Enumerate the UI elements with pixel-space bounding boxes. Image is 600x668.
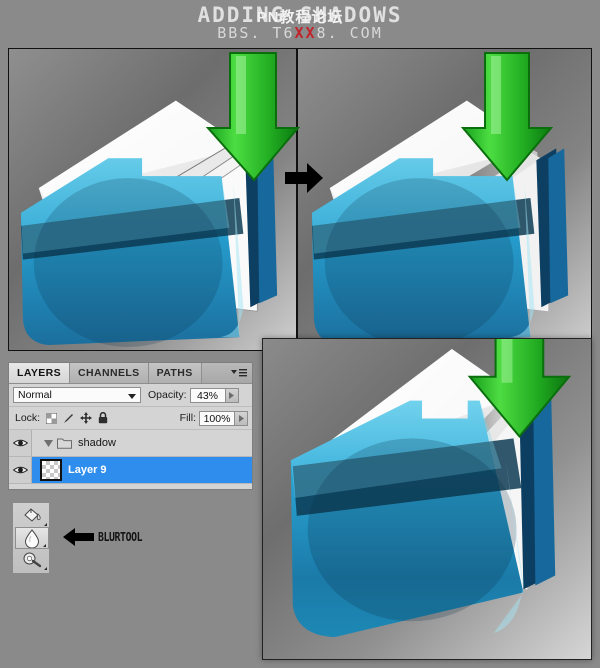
tab-paths[interactable]: PATHS	[148, 363, 202, 383]
green-arrow-down-icon-result	[467, 339, 572, 438]
lock-fill-row: Lock: Fill: 100%	[9, 407, 252, 430]
tool-flyout-corner	[43, 544, 46, 547]
fill-stepper[interactable]	[235, 410, 248, 426]
after-preview-panel	[297, 48, 592, 351]
transparency-lock-icon[interactable]	[46, 412, 58, 424]
toolbox	[12, 502, 50, 574]
blur-tool-callout-label: BLURTOOL	[98, 530, 143, 544]
panel-menu-icon[interactable]	[230, 367, 248, 379]
fill-label: Fill:	[179, 412, 196, 424]
watermark-highlight: XX	[294, 24, 317, 42]
layer-name-shadow: shadow	[78, 437, 116, 449]
panel-tab-bar: LAYERS CHANNELS PATHS	[9, 363, 252, 384]
tool-flyout-corner	[44, 523, 47, 526]
blend-opacity-row: Normal Opacity: 43%	[9, 384, 252, 407]
fill-input[interactable]: 100%	[199, 410, 235, 426]
tab-layers[interactable]: LAYERS	[9, 363, 71, 383]
layer-thumbnail[interactable]	[40, 459, 62, 481]
all-lock-icon[interactable]	[98, 412, 108, 424]
layer-visibility-toggle-layer9[interactable]	[9, 457, 32, 483]
table-row[interactable]: Layer 9	[9, 457, 252, 484]
watermark-suffix: 8. COM	[316, 24, 383, 42]
paint-lock-icon[interactable]	[63, 413, 74, 424]
result-preview-panel	[262, 338, 592, 660]
tab-channels[interactable]: CHANNELS	[70, 363, 149, 383]
green-arrow-overlay-result	[467, 339, 572, 438]
blur-tool-callout: BLURTOOL	[62, 527, 152, 547]
folder-artwork-before	[9, 49, 296, 350]
paint-bucket-tool[interactable]	[15, 505, 49, 527]
opacity-stepper[interactable]	[225, 387, 239, 403]
lock-label: Lock:	[15, 412, 41, 424]
chevron-down-icon	[128, 394, 136, 399]
before-preview-panel	[8, 48, 297, 351]
table-row[interactable]: shadow	[9, 430, 252, 457]
watermark: BBS. T6XX8. COM	[0, 24, 600, 42]
blur-tool[interactable]	[15, 527, 49, 549]
chevron-right-icon	[238, 414, 244, 422]
step-arrow-right-icon	[285, 163, 323, 193]
dodge-tool[interactable]	[15, 549, 49, 571]
arrow-left-icon	[63, 528, 94, 546]
layers-panel: LAYERS CHANNELS PATHS Normal Opacity: 43…	[8, 362, 253, 490]
layer-name-layer9: Layer 9	[68, 464, 107, 476]
opacity-label: Opacity:	[148, 389, 187, 401]
tab-paths-label: PATHS	[156, 367, 193, 379]
tab-layers-label: LAYERS	[17, 367, 62, 379]
blend-mode-select[interactable]: Normal	[13, 387, 141, 403]
layer-visibility-toggle-shadow[interactable]	[9, 430, 32, 456]
watermark-prefix: BBS. T6	[217, 24, 295, 42]
blend-mode-value: Normal	[18, 389, 52, 401]
disclosure-triangle-icon[interactable]	[44, 439, 53, 447]
folder-artwork-after	[298, 49, 591, 350]
folder-icon	[57, 438, 72, 449]
tab-channels-label: CHANNELS	[78, 367, 140, 379]
position-lock-icon[interactable]	[80, 412, 93, 424]
blur-drop-icon	[24, 528, 40, 548]
eye-icon	[12, 439, 28, 447]
chevron-right-icon	[229, 391, 235, 399]
title-bar: ADDING SHADOWS PN教程论坛 BBS. T6XX8. COM	[0, 0, 600, 46]
eye-icon	[12, 466, 28, 474]
tool-flyout-corner	[44, 567, 47, 570]
dodge-icon	[23, 552, 42, 568]
opacity-input[interactable]: 43%	[189, 387, 226, 403]
paint-bucket-icon	[24, 508, 41, 522]
